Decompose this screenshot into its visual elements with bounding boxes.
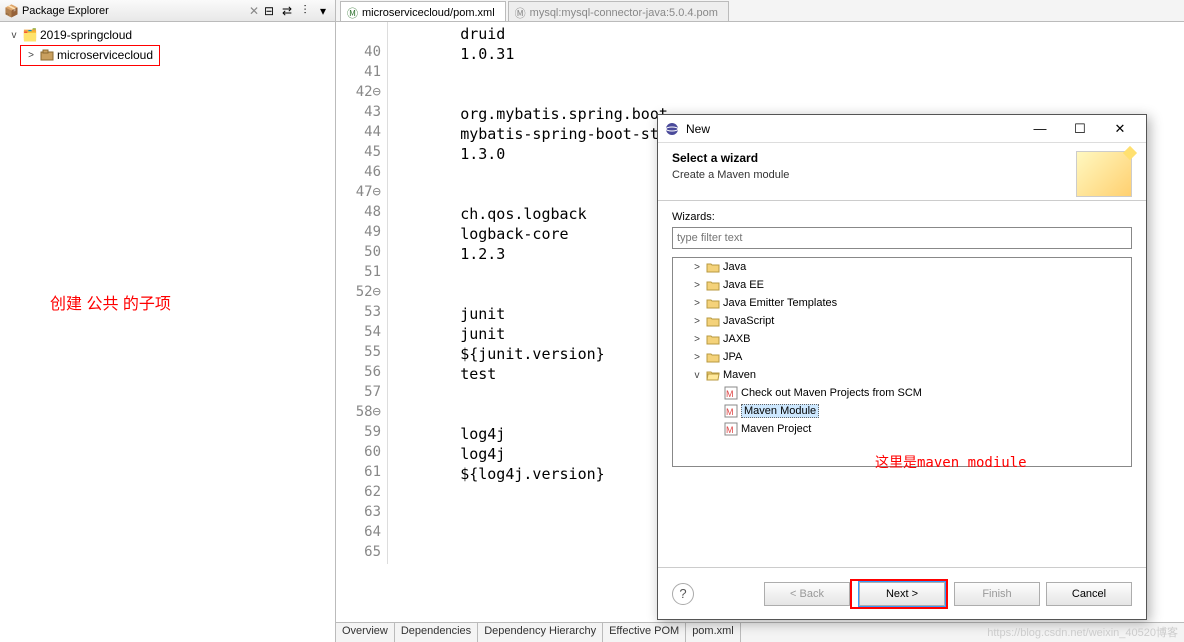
cancel-button[interactable]: Cancel bbox=[1046, 582, 1132, 606]
watermark: https://blog.csdn.net/weixin_40520博客 bbox=[987, 624, 1178, 640]
filter-input[interactable] bbox=[672, 227, 1132, 249]
bottom-tab[interactable]: Dependency Hierarchy bbox=[478, 623, 603, 642]
eclipse-icon bbox=[664, 121, 680, 137]
dialog-heading: Select a wizard bbox=[672, 151, 1076, 165]
minimize-button[interactable]: — bbox=[1020, 119, 1060, 139]
package-icon: 📦 bbox=[4, 4, 19, 18]
explorer-title: Package Explorer bbox=[22, 5, 249, 17]
expand-icon[interactable]: v bbox=[8, 30, 20, 41]
bottom-tab[interactable]: Dependencies bbox=[395, 623, 478, 642]
annotation-maven-module: 这里是maven modiule bbox=[875, 452, 1027, 472]
dialog-footer: ? < Back Next > Finish Cancel bbox=[658, 567, 1146, 619]
wizard-item[interactable]: >Java Emitter Templates bbox=[673, 294, 1131, 312]
svg-text:M: M bbox=[726, 389, 734, 399]
tree-row-module[interactable]: > microservicecloud bbox=[23, 46, 159, 64]
wizard-item[interactable]: >JavaScript bbox=[673, 312, 1131, 330]
view-menu-icon[interactable]: ▾ bbox=[315, 3, 331, 19]
expand-icon[interactable]: > bbox=[25, 50, 37, 61]
bottom-tab[interactable]: Effective POM bbox=[603, 623, 686, 642]
tree-row-project[interactable]: v 🗂️ 2019-springcloud bbox=[6, 26, 335, 44]
project-icon: 🗂️ bbox=[22, 27, 38, 43]
dialog-description: Create a Maven module bbox=[672, 169, 1076, 181]
project-label: 2019-springcloud bbox=[40, 28, 132, 42]
link-editor-icon[interactable]: ⇄ bbox=[279, 3, 295, 19]
line-gutter: 404142⊖4344454647⊖4849505152⊖53545556575… bbox=[336, 22, 388, 564]
module-label: microservicecloud bbox=[57, 48, 153, 62]
svg-text:M: M bbox=[726, 407, 734, 417]
tab-label: mysql:mysql-connector-java:5.0.4.pom bbox=[530, 7, 718, 19]
filter-icon[interactable]: ⫶ bbox=[297, 3, 313, 19]
wizard-item[interactable]: MCheck out Maven Projects from SCM bbox=[673, 384, 1131, 402]
new-wizard-dialog: New — ☐ ✕ Select a wizard Create a Maven… bbox=[657, 114, 1147, 620]
collapse-all-icon[interactable]: ⊟ bbox=[261, 3, 277, 19]
wizard-item[interactable]: MMaven Project bbox=[673, 420, 1131, 438]
maven-module-icon bbox=[39, 47, 55, 63]
bottom-tab[interactable]: Overview bbox=[336, 623, 395, 642]
close-button[interactable]: ✕ bbox=[1100, 119, 1140, 139]
package-explorer: 📦 Package Explorer ✕ ⊟ ⇄ ⫶ ▾ v 🗂️ 2019-s… bbox=[0, 0, 336, 642]
wizard-item[interactable]: MMaven Module bbox=[673, 402, 1131, 420]
wizard-item[interactable]: >JPA bbox=[673, 348, 1131, 366]
annotation-create-sub: 创建 公共 的子项 bbox=[50, 290, 171, 314]
xml-icon: Ⓜ bbox=[515, 5, 526, 21]
wizard-item[interactable]: >Java EE bbox=[673, 276, 1131, 294]
close-icon[interactable]: ✕ bbox=[249, 4, 259, 18]
editor-tabs: Ⓜ microservicecloud/pom.xml Ⓜ mysql:mysq… bbox=[336, 0, 1184, 22]
editor-tab[interactable]: Ⓜ microservicecloud/pom.xml bbox=[340, 1, 506, 21]
next-button[interactable]: Next > bbox=[859, 582, 945, 606]
maximize-button[interactable]: ☐ bbox=[1060, 119, 1100, 139]
tab-label: microservicecloud/pom.xml bbox=[362, 7, 495, 19]
svg-text:M: M bbox=[726, 425, 734, 435]
wizards-label: Wizards: bbox=[672, 211, 1132, 223]
back-button[interactable]: < Back bbox=[764, 582, 850, 606]
wizard-item[interactable]: >JAXB bbox=[673, 330, 1131, 348]
project-tree: v 🗂️ 2019-springcloud > microserviceclou… bbox=[0, 22, 335, 66]
dialog-titlebar[interactable]: New — ☐ ✕ bbox=[658, 115, 1146, 143]
dialog-banner: Select a wizard Create a Maven module bbox=[658, 143, 1146, 201]
bottom-tab[interactable]: pom.xml bbox=[686, 623, 741, 642]
xml-icon: Ⓜ bbox=[347, 5, 358, 21]
wizard-item[interactable]: >Java bbox=[673, 258, 1131, 276]
help-button[interactable]: ? bbox=[672, 583, 694, 605]
dialog-body: Wizards: >Java>Java EE>Java Emitter Temp… bbox=[658, 201, 1146, 467]
editor-tab[interactable]: Ⓜ mysql:mysql-connector-java:5.0.4.pom bbox=[508, 1, 729, 21]
dialog-title: New bbox=[686, 122, 1020, 136]
finish-button[interactable]: Finish bbox=[954, 582, 1040, 606]
wizard-banner-icon bbox=[1076, 151, 1132, 197]
wizard-tree[interactable]: >Java>Java EE>Java Emitter Templates>Jav… bbox=[672, 257, 1132, 467]
wizard-item[interactable]: vMaven bbox=[673, 366, 1131, 384]
explorer-header: 📦 Package Explorer ✕ ⊟ ⇄ ⫶ ▾ bbox=[0, 0, 335, 22]
